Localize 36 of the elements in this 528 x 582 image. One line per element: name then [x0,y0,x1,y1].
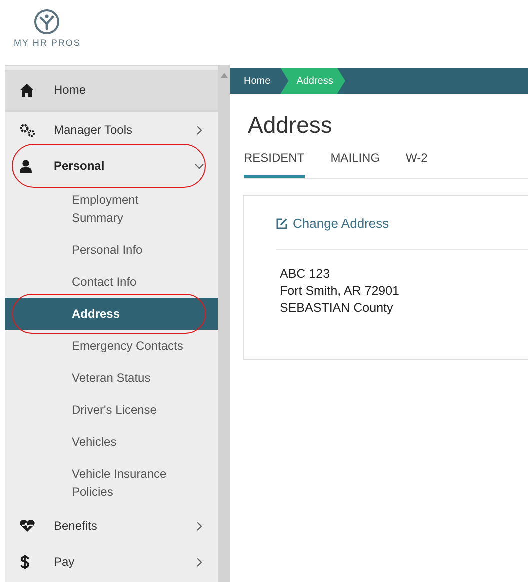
address-line: SEBASTIAN County [280,300,394,316]
change-address-link[interactable]: Change Address [276,216,390,231]
breadcrumb-item[interactable]: Home [238,68,283,94]
chevron-right-icon [195,522,204,530]
tab[interactable]: RESIDENT [244,151,305,178]
dollar-icon [20,554,30,570]
logo-text: MY HR PROS [14,38,81,48]
nav-item[interactable]: Manager Tools [5,112,218,148]
nav-subitem[interactable]: Veteran Status [5,362,218,394]
nav-item[interactable]: Pay [5,544,218,580]
chevron-right-icon [195,126,204,134]
scroll-up-icon[interactable] [220,73,228,78]
tab[interactable]: MAILING [330,151,380,178]
nav-subitem[interactable]: Driver's License [5,394,218,426]
nav-subitem[interactable]: Vehicle Insurance Policies [5,458,218,508]
scrollbar[interactable] [218,65,230,582]
nav-item[interactable]: Benefits [5,508,218,544]
gears-icon [20,124,36,136]
chevron-right-icon [195,558,204,566]
home-icon [20,84,34,96]
nav-item[interactable]: Home [5,70,218,112]
address-line: Fort Smith, AR 72901 [280,282,400,300]
nav-subitem[interactable]: Personal Info [5,234,218,266]
nav-subitem[interactable]: Vehicles [5,426,218,458]
nav-subitem[interactable]: Contact Info [5,266,218,298]
nav-subitem[interactable]: Emergency Contacts [5,330,218,362]
nav-item[interactable]: Personal [5,148,218,184]
tab[interactable]: W-2 [406,151,428,178]
person-icon [20,160,32,172]
logo-icon [34,9,60,35]
chevron-down-icon [195,162,204,170]
edit-icon [276,218,288,230]
nav-subitem[interactable]: Employment Summary [5,184,218,234]
heart-pulse-icon [20,520,35,532]
page-title: Address [248,112,334,139]
address-line: ABC 123 [280,266,330,282]
